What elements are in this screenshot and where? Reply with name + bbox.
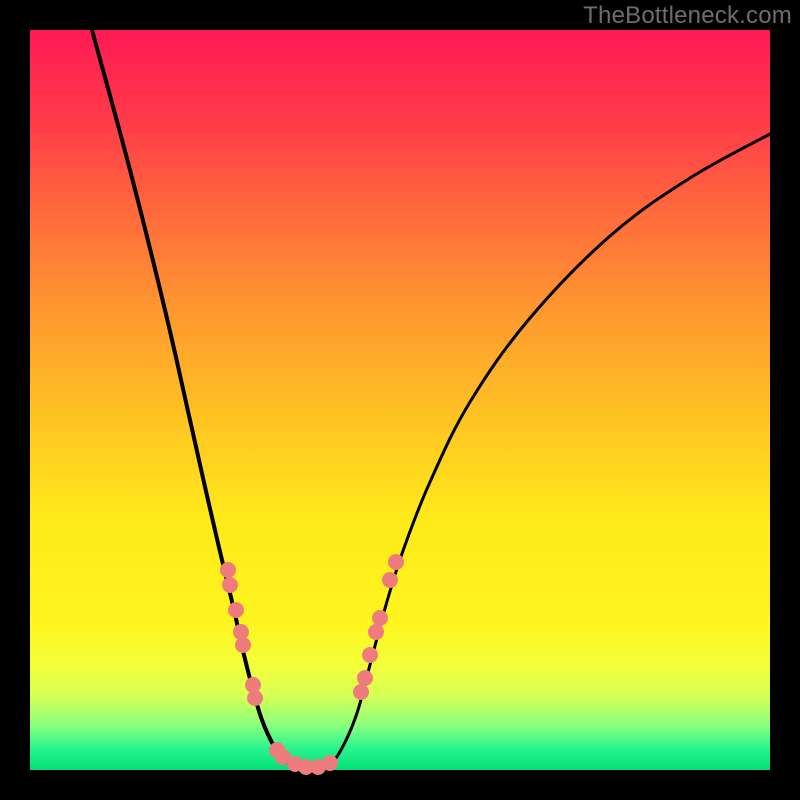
data-dot — [353, 684, 369, 700]
data-dot — [247, 690, 263, 706]
data-dot — [388, 554, 404, 570]
gradient-plot-area — [30, 30, 770, 770]
curve-left-curve — [92, 30, 302, 770]
data-dot — [368, 624, 384, 640]
chart-svg — [30, 30, 770, 770]
outer-frame: TheBottleneck.com — [0, 0, 800, 800]
watermark-text: TheBottleneck.com — [583, 2, 792, 30]
data-dot — [362, 647, 378, 663]
data-dot — [372, 610, 388, 626]
data-dot — [382, 572, 398, 588]
data-dot — [222, 577, 238, 593]
data-dot — [235, 637, 251, 653]
curve-right-curve — [324, 134, 770, 770]
data-dot — [220, 562, 236, 578]
data-dot — [228, 602, 244, 618]
data-dot — [357, 670, 373, 686]
curve-group — [92, 30, 770, 770]
data-dot — [322, 755, 338, 771]
